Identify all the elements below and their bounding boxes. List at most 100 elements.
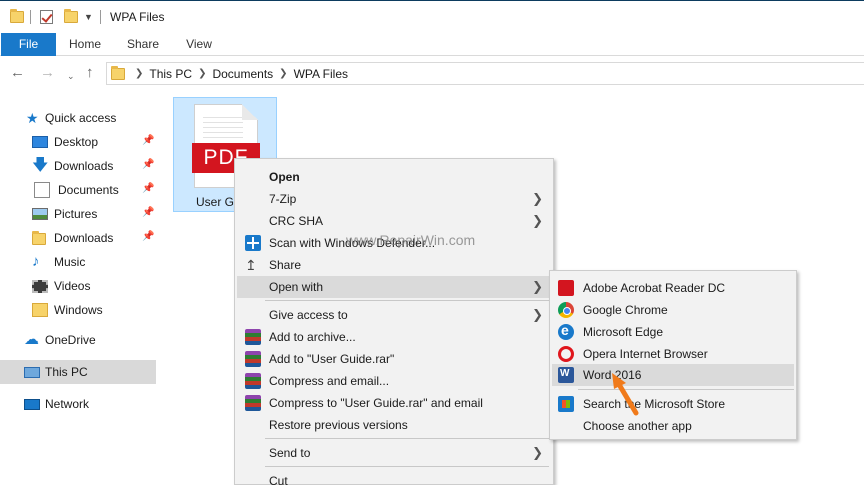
search-microsoft-store[interactable]: Search the Microsoft Store [552, 393, 794, 415]
menu-item-compress-rar-email[interactable]: Compress to "User Guide.rar" and email [237, 392, 551, 414]
separator [30, 9, 31, 25]
chevron-right-icon: ❯ [532, 191, 543, 206]
customize-toolbar-icon[interactable]: ▼ [84, 9, 93, 25]
tab-file[interactable]: File [1, 33, 56, 56]
nav-videos[interactable]: Videos [0, 274, 156, 298]
folder-icon [32, 230, 48, 246]
pictures-icon [32, 208, 48, 220]
chevron-right-icon: ❯ [532, 279, 543, 294]
winrar-icon [245, 351, 261, 367]
store-icon [558, 396, 574, 412]
nav-network[interactable]: Network [0, 392, 156, 416]
documents-icon [34, 182, 50, 198]
nav-documents[interactable]: Documents 📌 [0, 178, 156, 202]
menu-item-add-to-rar[interactable]: Add to "User Guide.rar" [237, 348, 551, 370]
nav-desktop[interactable]: Desktop 📌 [0, 130, 156, 154]
star-icon: ★ [26, 110, 39, 126]
opera-icon [558, 346, 574, 362]
menu-item-compress-email[interactable]: Compress and email... [237, 370, 551, 392]
pin-icon[interactable]: 📌 [142, 159, 154, 170]
pin-icon[interactable]: 📌 [142, 207, 154, 218]
chrome-icon [558, 302, 574, 318]
tab-view[interactable]: View [176, 33, 222, 56]
recent-locations-icon[interactable]: ⌄ [67, 68, 75, 84]
menu-item-crc-sha[interactable]: CRC SHA ❯ [237, 210, 551, 232]
music-icon: ♪ [32, 253, 40, 270]
app-microsoft-edge[interactable]: Microsoft Edge [552, 321, 794, 343]
tab-share[interactable]: Share [120, 33, 166, 56]
app-adobe-acrobat[interactable]: Adobe Acrobat Reader DC [552, 277, 794, 299]
nav-this-pc[interactable]: This PC [0, 360, 156, 384]
tab-home[interactable]: Home [62, 33, 108, 56]
forward-arrow-icon[interactable]: → [40, 65, 55, 81]
window-title: WPA Files [110, 10, 165, 24]
breadcrumb-wpa-files[interactable]: WPA Files [294, 67, 348, 81]
chevron-right-icon: ❯ [532, 445, 543, 460]
edge-icon [558, 322, 574, 340]
menu-item-cut[interactable]: Cut [237, 470, 551, 485]
new-folder-icon[interactable] [64, 9, 78, 25]
navigation-bar: ← → ⌄ ↑ ❯ This PC ❯ Documents ❯ WPA File… [0, 61, 864, 85]
acrobat-icon [558, 280, 574, 296]
share-icon: ↥ [245, 257, 257, 273]
word-icon [558, 367, 574, 383]
up-arrow-icon[interactable]: ↑ [86, 65, 94, 81]
chevron-right-icon: ❯ [532, 213, 543, 228]
menu-item-open[interactable]: Open [237, 166, 551, 188]
menu-item-send-to[interactable]: Send to ❯ [237, 442, 551, 464]
nav-pictures[interactable]: Pictures 📌 [0, 202, 156, 226]
breadcrumb-documents[interactable]: Documents [212, 67, 273, 81]
menu-item-open-with[interactable]: Open with ❯ [237, 276, 551, 298]
folder-icon [111, 65, 125, 80]
chevron-right-icon[interactable]: ❯ [279, 68, 287, 79]
navigation-pane: ★ Quick access Desktop 📌 🡇 Downloads 📌 D… [0, 102, 160, 485]
winrar-icon [245, 373, 261, 389]
document-lines [203, 117, 243, 141]
app-word-2016[interactable]: Word 2016 [552, 364, 794, 386]
menu-item-restore-versions[interactable]: Restore previous versions [237, 414, 551, 436]
folder-icon [32, 303, 48, 317]
videos-icon [32, 279, 48, 293]
cursor-arrow-icon [612, 373, 639, 416]
nav-music[interactable]: ♪ Music [0, 250, 156, 274]
menu-item-7zip[interactable]: 7-Zip ❯ [237, 188, 551, 210]
context-menu: Open 7-Zip ❯ CRC SHA ❯ Scan with Windows… [234, 158, 554, 485]
chevron-right-icon: ❯ [532, 307, 543, 322]
choose-another-app[interactable]: Choose another app [552, 415, 794, 437]
nav-downloads-folder[interactable]: Downloads 📌 [0, 226, 156, 250]
open-with-submenu: Adobe Acrobat Reader DC Google Chrome Mi… [549, 270, 797, 440]
chevron-right-icon[interactable]: ❯ [198, 68, 206, 79]
menu-separator [265, 300, 549, 301]
pin-icon[interactable]: 📌 [142, 183, 154, 194]
nav-windows[interactable]: Windows [0, 298, 156, 322]
app-opera[interactable]: Opera Internet Browser [552, 343, 794, 365]
properties-icon[interactable] [40, 9, 53, 25]
address-bar[interactable]: ❯ This PC ❯ Documents ❯ WPA Files [106, 62, 864, 85]
nav-quick-access[interactable]: ★ Quick access [0, 106, 156, 130]
menu-item-add-to-archive[interactable]: Add to archive... [237, 326, 551, 348]
menu-item-share[interactable]: ↥ Share [237, 254, 551, 276]
ribbon-tabs: File Home Share View [0, 33, 864, 56]
nav-onedrive[interactable]: ☁ OneDrive [0, 328, 156, 352]
winrar-icon [245, 395, 261, 411]
nav-downloads[interactable]: 🡇 Downloads 📌 [0, 154, 156, 178]
network-icon [24, 398, 40, 410]
folder-icon[interactable] [10, 9, 24, 25]
app-google-chrome[interactable]: Google Chrome [552, 299, 794, 321]
title-bar: ▼ WPA Files [0, 0, 864, 32]
defender-icon [245, 235, 261, 251]
menu-separator [265, 466, 549, 467]
watermark: www.RepairWin.com [346, 232, 476, 248]
download-icon: 🡇 [32, 157, 49, 174]
pin-icon[interactable]: 📌 [142, 135, 154, 146]
back-arrow-icon[interactable]: ← [10, 65, 25, 81]
computer-icon [24, 366, 40, 378]
menu-item-give-access[interactable]: Give access to ❯ [237, 304, 551, 326]
pin-icon[interactable]: 📌 [142, 231, 154, 242]
separator [100, 9, 101, 25]
winrar-icon [245, 329, 261, 345]
breadcrumb-this-pc[interactable]: This PC [149, 67, 192, 81]
desktop-icon [32, 136, 48, 148]
menu-separator [265, 438, 549, 439]
chevron-right-icon[interactable]: ❯ [135, 68, 143, 79]
